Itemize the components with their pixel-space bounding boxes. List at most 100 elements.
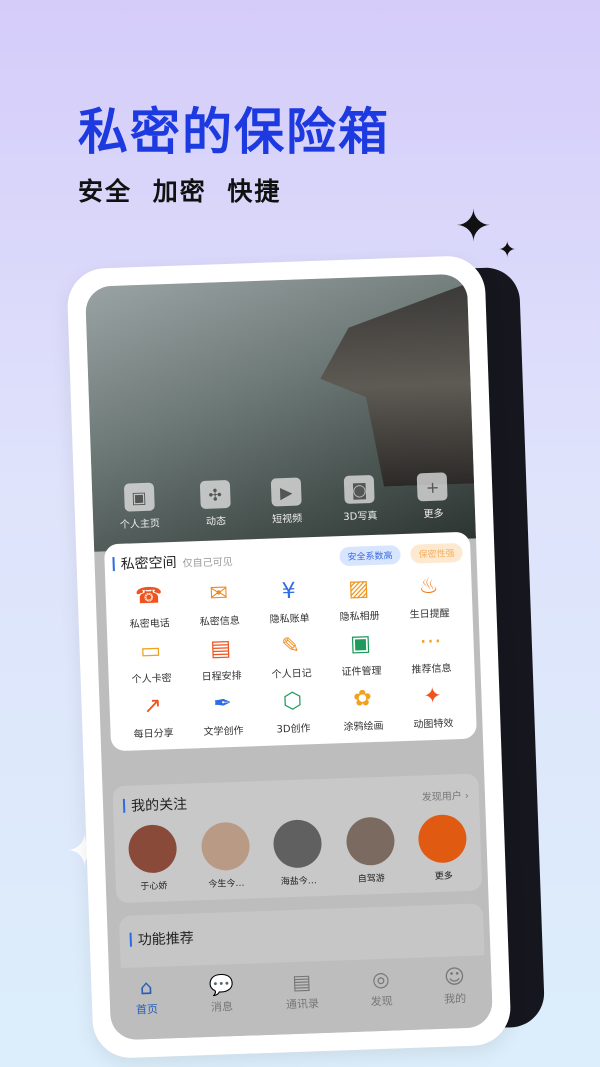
secret-badge: 保密性强 xyxy=(410,542,463,564)
id-card-icon: ▣ xyxy=(123,482,155,512)
id-icon: ▣ xyxy=(349,631,372,657)
tab-profile[interactable]: ☺ 我的 xyxy=(443,964,467,1029)
feature-label: 个人卡密 xyxy=(131,673,172,686)
share-icon: ↗ xyxy=(142,693,163,720)
camera-3d-icon: ◙ xyxy=(343,474,375,504)
following-section: 我的关注 发现用户 › 于心娇 今生今… 海盐今… 自驾游 更多 xyxy=(112,773,483,904)
diary-icon: ✎ xyxy=(280,633,301,660)
tab-compass[interactable]: ◎ 发现 xyxy=(369,967,393,1032)
feature-item[interactable]: ♨ 生日提醒 xyxy=(393,572,465,621)
album-icon: ▨ xyxy=(347,576,370,602)
tab-label: 发现 xyxy=(370,994,393,1009)
section-hint: 仅自己可见 xyxy=(182,556,233,570)
quill-icon: ✒ xyxy=(212,691,233,717)
followed-user[interactable]: 海盐今… xyxy=(269,818,327,888)
profile-icon: ☺ xyxy=(443,964,466,989)
feature-item[interactable]: ✦ 动图特效 xyxy=(397,682,469,731)
accent-bar xyxy=(129,932,133,947)
quick-id-card[interactable]: ▣ 个人主页 xyxy=(118,482,161,531)
quick-label: 个人主页 xyxy=(119,518,161,531)
section-title: 我的关注 xyxy=(130,796,188,815)
magic-wand-icon: ✦ xyxy=(422,683,443,710)
user-name: 于心娇 xyxy=(140,881,168,893)
followed-user[interactable]: 自驾游 xyxy=(341,816,399,885)
compass-icon: ◎ xyxy=(371,966,390,992)
cake-icon: ♨ xyxy=(418,573,439,600)
bill-icon: ¥ xyxy=(281,578,297,605)
user-name: 自驾游 xyxy=(357,873,385,885)
avatar xyxy=(127,824,178,874)
feature-item[interactable]: ↗ 每日分享 xyxy=(117,692,189,741)
feature-item[interactable]: ▨ 隐私相册 xyxy=(323,574,395,623)
sparkle-icon: ✦ xyxy=(455,201,492,252)
cube-icon: ⬡ xyxy=(282,688,303,715)
feature-item[interactable]: ▣ 证件管理 xyxy=(325,629,397,678)
pinwheel-icon: ✣ xyxy=(199,479,231,509)
user-name: 今生今… xyxy=(208,878,245,890)
feature-label: 推荐信息 xyxy=(411,663,452,676)
chat-icon: ⋯ xyxy=(419,628,442,655)
feature-item[interactable]: ✎ 个人日记 xyxy=(255,632,327,681)
user-name: 海盐今… xyxy=(280,876,318,888)
feature-item[interactable]: ¥ 隐私账单 xyxy=(253,577,325,626)
followed-user[interactable]: 今生今… xyxy=(196,821,254,890)
tab-chat-bubble[interactable]: 💬 消息 xyxy=(208,972,235,1037)
feature-grid: ☎ 私密电话 ✉ 私密信息 ¥ 隐私账单 ▨ 隐私相册 ♨ 生日提醒 ▭ 个人卡密 ▤ 日程安排 ✎ 个人日记… xyxy=(113,572,468,741)
feature-item[interactable]: ✉ 私密信息 xyxy=(183,579,255,628)
followed-user[interactable]: 更多 xyxy=(414,813,472,883)
feature-item[interactable]: ✒ 文学创作 xyxy=(187,689,259,738)
calendar-icon: ▤ xyxy=(209,636,232,662)
avatar xyxy=(345,816,395,867)
feature-label: 3D创作 xyxy=(276,723,311,736)
quick-camera-3d[interactable]: ◙ 3D写真 xyxy=(342,474,378,524)
private-space-card: 私密空间 仅自己可见 安全系数高 保密性强 ☎ 私密电话 ✉ 私密信息 ¥ 隐私账单 ▨ 隐私… xyxy=(103,531,477,752)
tab-label: 首页 xyxy=(135,1002,159,1017)
feature-item[interactable]: ⋯ 推荐信息 xyxy=(395,627,467,676)
headline: 私密的保险箱 xyxy=(78,103,390,161)
tab-label: 消息 xyxy=(210,1000,234,1014)
feature-item[interactable]: ⬡ 3D创作 xyxy=(257,687,329,736)
sparkle-small-icon: ✦ xyxy=(498,238,517,263)
feature-label: 个人日记 xyxy=(271,668,312,681)
avatar xyxy=(200,821,250,872)
feature-item[interactable]: ▭ 个人卡密 xyxy=(115,637,187,686)
quick-plus[interactable]: + 更多 xyxy=(417,472,449,520)
avatar xyxy=(272,818,323,869)
feature-item[interactable]: ✿ 涂鸦绘画 xyxy=(327,684,399,733)
followed-user[interactable]: 于心娇 xyxy=(124,824,182,893)
feature-label: 日程安排 xyxy=(201,670,242,684)
phone-icon: ☎ xyxy=(134,583,163,610)
tab-home[interactable]: ⌂ 首页 xyxy=(135,975,159,1040)
video-icon: ▶ xyxy=(270,477,302,507)
more-grid-icon xyxy=(417,813,468,864)
feature-label: 私密信息 xyxy=(199,615,240,629)
quick-label: 短视频 xyxy=(271,513,303,526)
chat-bubble-icon: 💬 xyxy=(208,972,235,997)
feature-label: 动图特效 xyxy=(413,718,454,731)
feature-item[interactable]: ☎ 私密电话 xyxy=(113,582,185,631)
tab-contacts[interactable]: ▤ 通讯录 xyxy=(285,969,320,1034)
plus-icon: + xyxy=(417,472,449,502)
feature-label: 涂鸦绘画 xyxy=(343,720,384,734)
feature-label: 隐私账单 xyxy=(269,613,310,626)
following-list: 于心娇 今生今… 海盐今… 自驾游 更多 xyxy=(124,813,472,893)
hero-image: ▣ 个人主页 ✣ 动态 ▶ 短视频 ◙ 3D写真 + 更多 xyxy=(84,273,476,552)
discover-users-link[interactable]: 发现用户 › xyxy=(421,786,470,803)
tab-label: 我的 xyxy=(443,992,467,1006)
feature-item[interactable]: ▤ 日程安排 xyxy=(185,634,257,683)
contacts-icon: ▤ xyxy=(291,969,312,995)
bottom-tab-bar: ⌂ 首页 💬 消息 ▤ 通讯录 ◎ 发现 ☺ 我的 xyxy=(108,955,494,1041)
feature-label: 私密电话 xyxy=(129,618,170,631)
subtitle: 安全 加密 快捷 xyxy=(78,177,282,206)
quick-pinwheel[interactable]: ✣ 动态 xyxy=(199,479,232,528)
safe-badge: 安全系数高 xyxy=(339,544,401,566)
section-title: 私密空间 xyxy=(120,554,177,573)
quick-label: 动态 xyxy=(205,516,227,528)
tab-label: 通讯录 xyxy=(285,997,320,1012)
app-screen: ▣ 个人主页 ✣ 动态 ▶ 短视频 ◙ 3D写真 + 更多 私密空间 仅自己可见 安全系数高 保密… xyxy=(84,273,494,1041)
quick-video[interactable]: ▶ 短视频 xyxy=(270,477,303,526)
feature-label: 证件管理 xyxy=(341,665,382,679)
user-name: 更多 xyxy=(434,871,453,883)
quick-actions: ▣ 个人主页 ✣ 动态 ▶ 短视频 ◙ 3D写真 + 更多 xyxy=(92,471,475,531)
quick-label: 3D写真 xyxy=(343,510,378,524)
